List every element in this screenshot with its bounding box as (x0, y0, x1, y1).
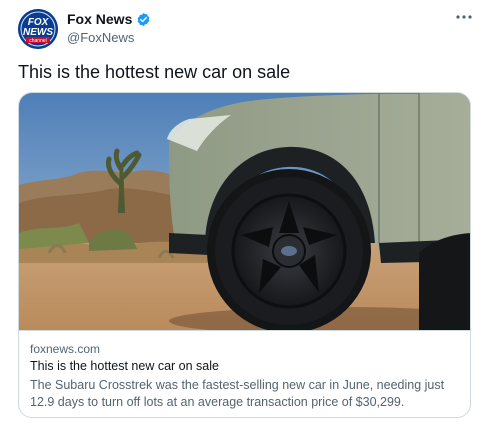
tweet-text: This is the hottest new car on sale (18, 62, 291, 82)
logo-text-channel: channel (29, 38, 47, 44)
author-name-text[interactable]: Fox News (67, 11, 132, 27)
verified-badge-icon (137, 12, 150, 26)
logo-text-news: NEWS (23, 27, 53, 38)
card-description[interactable]: The Subaru Crosstrek was the fastest-sel… (30, 377, 460, 411)
link-card[interactable]: foxnews.com This is the hottest new car … (18, 92, 471, 418)
author-handle[interactable]: @FoxNews (67, 30, 134, 45)
card-title[interactable]: This is the hottest new car on sale (30, 359, 219, 373)
fox-news-logo-icon: FOX NEWS channel (18, 9, 58, 49)
card-domain[interactable]: foxnews.com (30, 342, 100, 356)
more-options-icon[interactable] (454, 10, 474, 24)
card-divider (19, 330, 470, 331)
author-name[interactable]: Fox News (67, 11, 151, 27)
card-image[interactable] (19, 93, 470, 330)
tweet[interactable]: FOX NEWS channel Fox News @FoxNews This … (0, 0, 490, 424)
subaru-crosstrek-desert-photo-icon (19, 93, 470, 330)
avatar[interactable]: FOX NEWS channel (18, 9, 58, 49)
